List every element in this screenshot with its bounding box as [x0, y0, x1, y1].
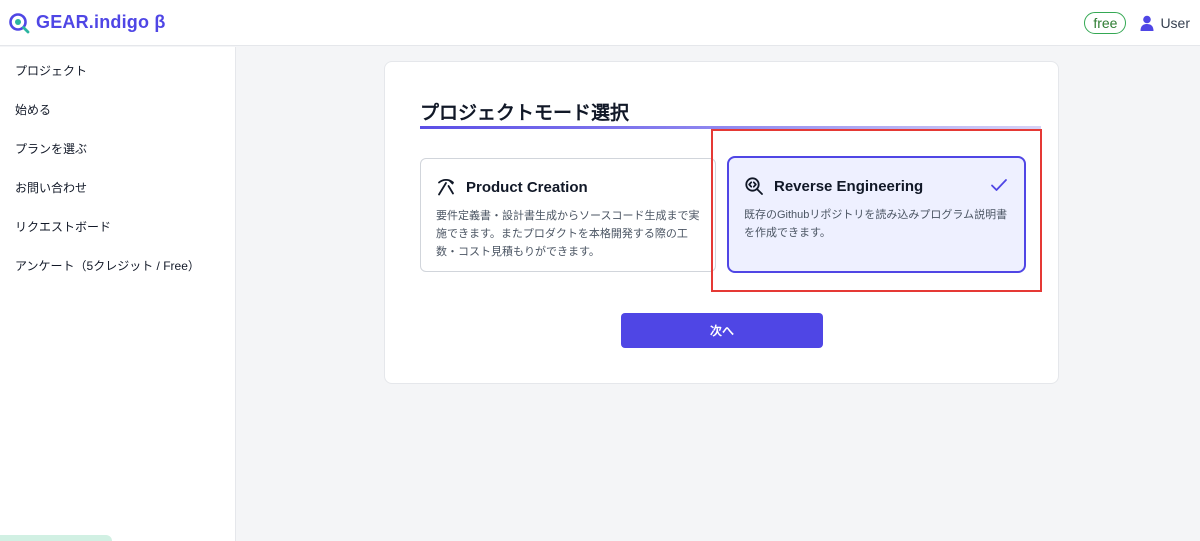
user-icon: [1140, 15, 1154, 31]
user-label: User: [1160, 14, 1190, 31]
sidebar-item-get-started[interactable]: 始める: [0, 90, 235, 129]
mode-option-product-creation[interactable]: Product Creation 要件定義書・設計書生成からソースコード生成まで…: [420, 158, 716, 272]
pickaxe-icon: [436, 177, 456, 197]
page-title: プロジェクトモード選択: [420, 103, 630, 124]
sidebar-item-choose-plan[interactable]: プランを選ぶ: [0, 129, 235, 168]
mode-header: Product Creation: [436, 177, 588, 197]
plan-badge: free: [1084, 11, 1127, 34]
sidebar-item-label: プランを選ぶ: [15, 142, 88, 156]
sidebar-item-label: 始める: [15, 103, 52, 117]
logo-icon: [8, 12, 30, 34]
app-header: GEAR.indigo β free User: [0, 0, 1200, 46]
sidebar: プロジェクト 始める プランを選ぶ お問い合わせ リクエストボード アンケート（…: [0, 47, 236, 541]
sidebar-item-survey[interactable]: アンケート（5クレジット / Free）: [0, 246, 235, 285]
mode-description: 既存のGithubリポジトリを読み込みプログラム説明書を作成できます。: [744, 209, 1008, 239]
sidebar-bottom-accent: [0, 535, 112, 541]
mode-selection-card: プロジェクトモード選択 Product Creation 要件定義書・設計書生成…: [384, 61, 1059, 384]
header-right: free User: [1084, 11, 1190, 34]
sidebar-item-project[interactable]: プロジェクト: [0, 51, 235, 90]
brand[interactable]: GEAR.indigo β: [8, 12, 166, 34]
check-icon: [990, 177, 1008, 193]
sidebar-item-contact[interactable]: お問い合わせ: [0, 168, 235, 207]
sidebar-item-label: お問い合わせ: [15, 181, 88, 195]
mode-header: Reverse Engineering: [744, 176, 923, 196]
search-code-icon: [744, 176, 764, 196]
sidebar-item-label: リクエストボード: [15, 220, 112, 234]
mode-title: Product Creation: [466, 178, 588, 196]
mode-title: Reverse Engineering: [774, 177, 924, 195]
mode-option-reverse-engineering[interactable]: Reverse Engineering 既存のGithubリポジトリを読み込みプ…: [727, 156, 1026, 273]
brand-name: GEAR.indigo β: [36, 12, 166, 32]
next-button[interactable]: 次へ: [621, 313, 823, 348]
sidebar-item-label: プロジェクト: [15, 64, 88, 78]
mode-description: 要件定義書・設計書生成からソースコード生成まで実施できます。またプロダクトを本格…: [436, 210, 700, 258]
user-menu[interactable]: User: [1140, 15, 1190, 31]
title-underline: [420, 126, 1041, 129]
sidebar-item-request-board[interactable]: リクエストボード: [0, 207, 235, 246]
sidebar-item-label: アンケート（5クレジット / Free）: [15, 259, 200, 273]
